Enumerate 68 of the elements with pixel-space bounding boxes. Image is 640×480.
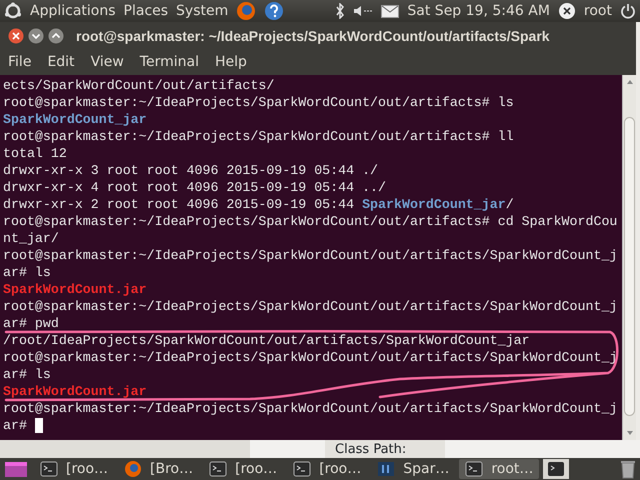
terminal-line: drwxr-xr-x 3 root root 4096 2015-09-19 05:44 ./ [3, 163, 378, 178]
panel-menu[interactable]: Places [124, 0, 168, 22]
user-icon[interactable] [558, 2, 576, 20]
terminal-line: /root/IdeaProjects/SparkWordCount/out/artifacts/SparkWordCount_jar [3, 333, 530, 348]
terminal-line: ects/SparkWordCount/out/artifacts/ [3, 78, 274, 93]
terminal-line: ar# [3, 418, 28, 433]
taskbar-item[interactable]: Spar… [371, 459, 456, 479]
terminal-line: SparkWordCount.jar [3, 384, 147, 399]
taskbar-item[interactable]: root… [459, 459, 540, 479]
menu-item[interactable]: Edit [47, 52, 75, 73]
terminal-icon[interactable] [543, 459, 570, 479]
taskbar-item[interactable]: [roo… [203, 459, 284, 479]
minimize-button[interactable] [28, 28, 44, 44]
menu-item[interactable]: View [90, 52, 124, 73]
terminal-line: drwxr-xr-x 4 root root 4096 2015-09-19 05:44 ../ [3, 180, 386, 195]
help-icon[interactable] [264, 1, 284, 21]
terminal-icon [209, 460, 228, 478]
terminal-icon [40, 460, 58, 478]
text-cursor [34, 418, 43, 433]
clock[interactable]: Sat Sep 19, 5:46 AM [407, 0, 550, 22]
maximize-button[interactable] [48, 28, 64, 44]
taskbar-item[interactable]: [roo… [34, 459, 114, 479]
terminal-line: root@sparkmaster:~/IdeaProjects/SparkWordCount/out/artifacts/SparkWordCount_j [3, 299, 618, 314]
taskbar-label: [roo… [319, 460, 362, 478]
terminal-line: root@sparkmaster:~/IdeaProjects/SparkWordCount/out/artifacts/SparkWordCount_j [3, 248, 618, 263]
scrollbar[interactable] [622, 75, 636, 440]
power-icon[interactable] [620, 3, 636, 19]
menu-item[interactable]: Help [214, 52, 247, 73]
taskbar-label: [roo… [235, 460, 278, 478]
workspace-icon[interactable] [4, 460, 30, 478]
terminal-line: SparkWordCount.jar [3, 282, 147, 297]
menu-item[interactable]: File [8, 52, 32, 73]
taskbar-label: [roo… [66, 460, 108, 478]
terminal-line: ar# ls [3, 367, 51, 382]
app-icon [377, 460, 396, 478]
terminal-line: nt_jar/ [3, 231, 59, 246]
browser-icon [124, 460, 142, 478]
mail-icon[interactable] [381, 4, 400, 18]
trash-icon[interactable] [620, 459, 636, 479]
terminal-line: root@sparkmaster:~/IdeaProjects/SparkWordCount/out/artifacts# ls [3, 95, 514, 110]
taskbar-label: [Bro… [150, 460, 194, 478]
window-title: root@sparkmaster: ~/IdeaProjects/SparkWordCount/out/artifacts/Spark [76, 26, 550, 46]
logo-icon[interactable] [4, 2, 22, 20]
bluetooth-icon[interactable] [335, 3, 346, 19]
terminal-line: ar# ls [3, 265, 51, 280]
field-label: Class Path: [335, 442, 406, 457]
terminal-icon [293, 460, 312, 478]
taskbar-item[interactable]: [roo… [287, 459, 368, 479]
terminal-icon [465, 460, 484, 478]
volume-icon[interactable] [353, 4, 374, 18]
panel-menu[interactable]: Applications [30, 0, 116, 22]
terminal-line: SparkWordCount_jar [3, 112, 147, 127]
terminal-line: total 12 [3, 146, 67, 161]
scrollbar-thumb[interactable] [624, 117, 635, 416]
panel-menu[interactable]: System [176, 0, 228, 22]
terminal-line: root@sparkmaster:~/IdeaProjects/SparkWordCount/out/artifacts# ll [3, 129, 514, 144]
terminal-line: ar# pwd [3, 316, 59, 331]
user-name[interactable]: root [584, 0, 612, 22]
taskbar-label: root… [491, 460, 534, 478]
taskbar-label: Spar… [403, 460, 450, 478]
terminal-line: root@sparkmaster:~/IdeaProjects/SparkWordCount/out/artifacts# cd SparkWordCou [3, 214, 618, 229]
terminal-line: drwxr-xr-x 2 root root 4096 2015-09-19 05:44 SparkWordCount_jar/ [3, 197, 514, 212]
close-button[interactable] [8, 28, 24, 44]
browser-icon[interactable] [236, 1, 256, 21]
terminal-line: root@sparkmaster:~/IdeaProjects/SparkWordCount/out/artifacts/SparkWordCount_j [3, 401, 618, 416]
menu-item[interactable]: Terminal [140, 52, 199, 73]
terminal-line: root@sparkmaster:~/IdeaProjects/SparkWordCount/out/artifacts/SparkWordCount_j [3, 350, 618, 365]
taskbar-item[interactable]: [Bro… [118, 459, 200, 479]
